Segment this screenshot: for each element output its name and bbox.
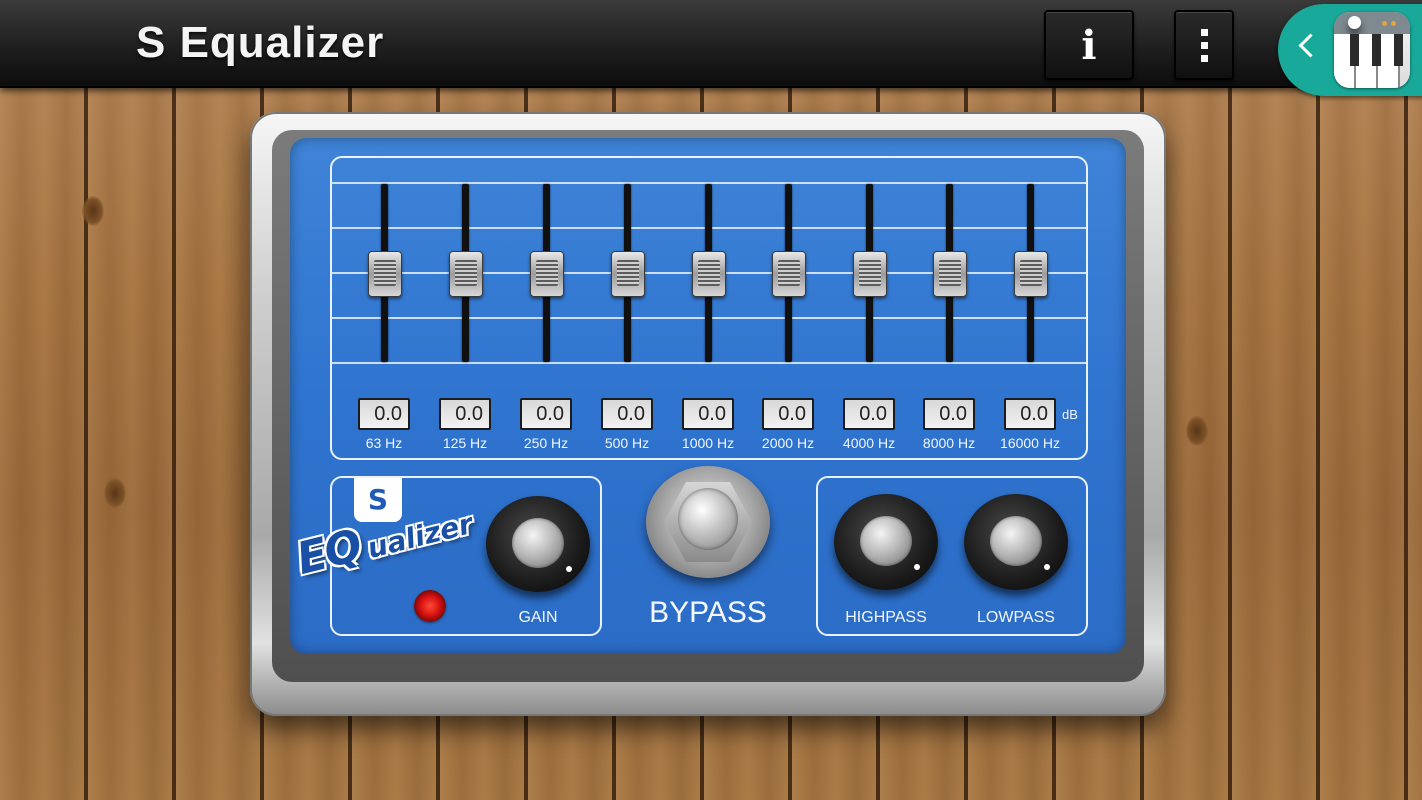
band-value-readout: 0.0 xyxy=(923,398,975,430)
piano-icon-dot xyxy=(1382,21,1387,26)
lowpass-knob-cap xyxy=(990,516,1042,566)
wood-knot xyxy=(82,196,104,226)
band-slider-thumb[interactable] xyxy=(449,251,483,297)
top-app-bar: S Equalizer i xyxy=(0,0,1422,88)
band-value-readout: 0.0 xyxy=(1004,398,1056,430)
band-frequency-label: 250 Hz xyxy=(523,435,569,451)
bypass-label: BYPASS xyxy=(649,596,767,629)
highpass-knob-cap xyxy=(860,516,912,566)
band-frequency-label: 4000 Hz xyxy=(842,435,896,451)
band-value-readout: 0.0 xyxy=(358,398,410,430)
band-slider-thumb[interactable] xyxy=(853,251,887,297)
piano-icon-black-key xyxy=(1350,34,1359,66)
band-frequency-label: 500 Hz xyxy=(604,435,650,451)
band-slider-thumb[interactable] xyxy=(530,251,564,297)
lowpass-label: LOWPASS xyxy=(977,609,1055,626)
gain-knob-indicator xyxy=(566,566,572,572)
highpass-knob[interactable] xyxy=(834,494,938,590)
wood-knot xyxy=(104,478,126,508)
db-unit-label: dB xyxy=(1062,407,1078,422)
band-slider-thumb[interactable] xyxy=(368,251,402,297)
lowpass-knob[interactable] xyxy=(964,494,1068,590)
info-icon: i xyxy=(1081,21,1097,69)
highpass-knob-indicator xyxy=(914,564,920,570)
band-value-readout: 0.0 xyxy=(520,398,572,430)
band-slider-thumb[interactable] xyxy=(692,251,726,297)
footswitch-cap xyxy=(678,488,738,550)
app-title: S Equalizer xyxy=(136,18,385,67)
piano-icon-black-key xyxy=(1394,34,1403,66)
chevron-left-icon xyxy=(1298,33,1323,58)
band-value-readout: 0.0 xyxy=(843,398,895,430)
gain-knob-cap xyxy=(512,518,564,568)
band-value-readout: 0.0 xyxy=(762,398,814,430)
menu-dot xyxy=(1200,41,1208,49)
lowpass-knob-indicator xyxy=(1044,564,1050,570)
highpass-label: HIGHPASS xyxy=(845,609,927,626)
band-frequency-label: 16000 Hz xyxy=(1000,435,1060,451)
band-value-readout: 0.0 xyxy=(601,398,653,430)
gain-label: GAIN xyxy=(518,609,558,626)
piano-icon-dot xyxy=(1391,21,1396,26)
piano-icon-black-key xyxy=(1372,34,1381,66)
band-frequency-label: 125 Hz xyxy=(442,435,488,451)
piano-app-icon[interactable] xyxy=(1334,12,1410,88)
wood-knot xyxy=(1186,416,1208,446)
overflow-menu-button[interactable] xyxy=(1174,10,1234,80)
band-slider-thumb[interactable] xyxy=(933,251,967,297)
band-value-readout: 0.0 xyxy=(439,398,491,430)
grid-line xyxy=(330,362,1086,364)
band-slider-thumb[interactable] xyxy=(1014,251,1048,297)
band-slider-thumb[interactable] xyxy=(772,251,806,297)
bypass-footswitch[interactable] xyxy=(646,466,770,578)
gain-knob[interactable] xyxy=(486,496,590,592)
s-brand-logo: S xyxy=(354,478,402,522)
band-slider-thumb[interactable] xyxy=(611,251,645,297)
band-frequency-label: 63 Hz xyxy=(365,435,403,451)
info-button[interactable]: i xyxy=(1044,10,1134,80)
piano-icon-knob xyxy=(1348,16,1361,29)
band-frequency-label: 8000 Hz xyxy=(922,435,976,451)
menu-dot xyxy=(1200,28,1208,36)
band-frequency-label: 1000 Hz xyxy=(681,435,735,451)
bypass-status-led xyxy=(414,590,446,622)
app-switch-tab[interactable] xyxy=(1278,4,1422,96)
band-frequency-label: 2000 Hz xyxy=(761,435,815,451)
piano-icon-top xyxy=(1334,12,1410,34)
menu-dot xyxy=(1200,54,1208,62)
band-value-readout: 0.0 xyxy=(682,398,734,430)
